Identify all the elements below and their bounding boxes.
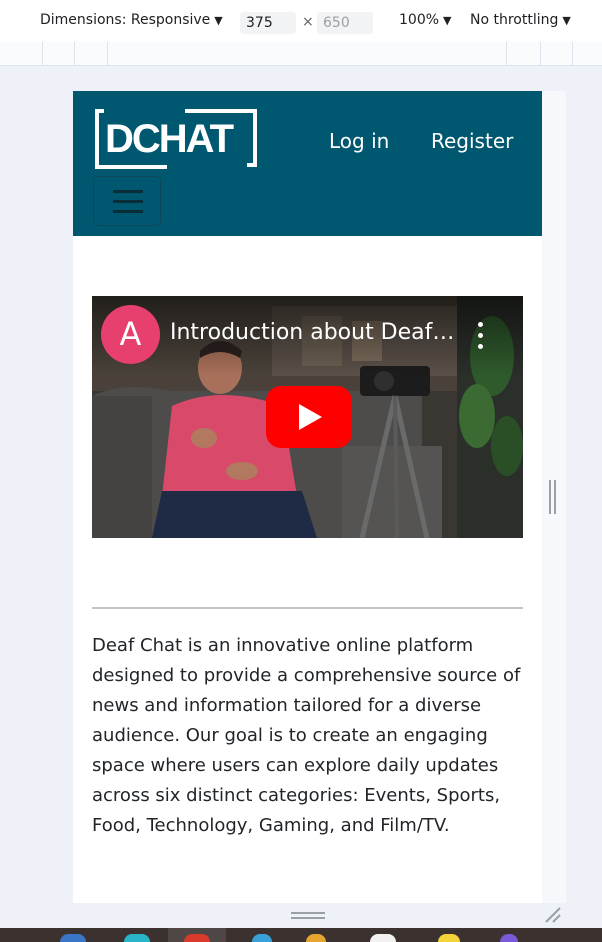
ruler-tick [107,42,108,65]
youtube-embed[interactable]: A Introduction about DeafChat [92,296,523,538]
kebab-dot [478,322,483,327]
ruler-tick [540,42,541,65]
height-input[interactable]: 650 [317,12,373,34]
zoom-dropdown[interactable]: 100% ▼ [399,12,452,28]
site-logo[interactable]: DCHAT [95,109,257,169]
devtools-device-toolbar: Dimensions: Responsive ▼ 375 × 650 100% ▼ … [0,0,602,43]
taskbar-app-icon[interactable] [252,934,272,942]
throttling-dropdown[interactable]: No throttling ▼ [470,12,571,28]
login-link[interactable]: Log in [329,129,389,153]
taskbar-app-icon[interactable] [500,934,518,942]
resize-corner-icon[interactable] [544,906,562,924]
content-divider [92,607,523,609]
logo-text: DCHAT [105,117,234,161]
throttling-label: No throttling [470,12,559,28]
zoom-label: 100% [399,12,440,28]
taskbar-app-icon[interactable] [306,934,326,942]
dimensions-dropdown[interactable]: Dimensions: Responsive ▼ [40,12,223,28]
device-viewport: DCHAT Log in Register A Introduction abo… [73,91,542,903]
taskbar-app-icon[interactable] [124,934,150,942]
register-link[interactable]: Register [431,129,513,153]
hamburger-menu-button[interactable] [93,176,161,226]
ruler-tick [572,42,573,65]
ruler-tick [506,42,507,65]
more-options-icon[interactable] [474,322,486,352]
zoom-caret-icon: ▼ [443,14,452,27]
taskbar-app-icon[interactable] [438,934,460,942]
throttling-caret-icon: ▼ [562,14,571,27]
site-header: DCHAT Log in Register [73,91,542,236]
hamburger-bar [113,200,143,203]
resize-handle-bottom[interactable] [291,912,325,920]
resize-handle-right[interactable] [549,480,557,514]
dimensions-label: Dimensions: Responsive [40,12,211,28]
media-query-ruler[interactable] [0,42,602,66]
ruler-tick [42,42,43,65]
taskbar-app-icon[interactable] [60,934,86,942]
times-icon: × [302,14,314,30]
ruler-tick [74,42,75,65]
video-title[interactable]: Introduction about DeafChat [170,320,460,345]
kebab-dot [478,344,483,349]
hamburger-bar [113,210,143,213]
kebab-dot [478,333,483,338]
play-button-icon[interactable] [266,386,352,448]
taskbar-app-icon[interactable] [184,934,210,942]
os-taskbar [0,928,602,942]
dimensions-caret-icon: ▼ [214,14,223,27]
width-input[interactable]: 375 [240,12,296,34]
taskbar-app-icon[interactable] [370,934,396,942]
intro-paragraph: Deaf Chat is an innovative online platfo… [92,635,521,836]
channel-avatar[interactable]: A [101,305,160,364]
hamburger-bar [113,190,143,193]
